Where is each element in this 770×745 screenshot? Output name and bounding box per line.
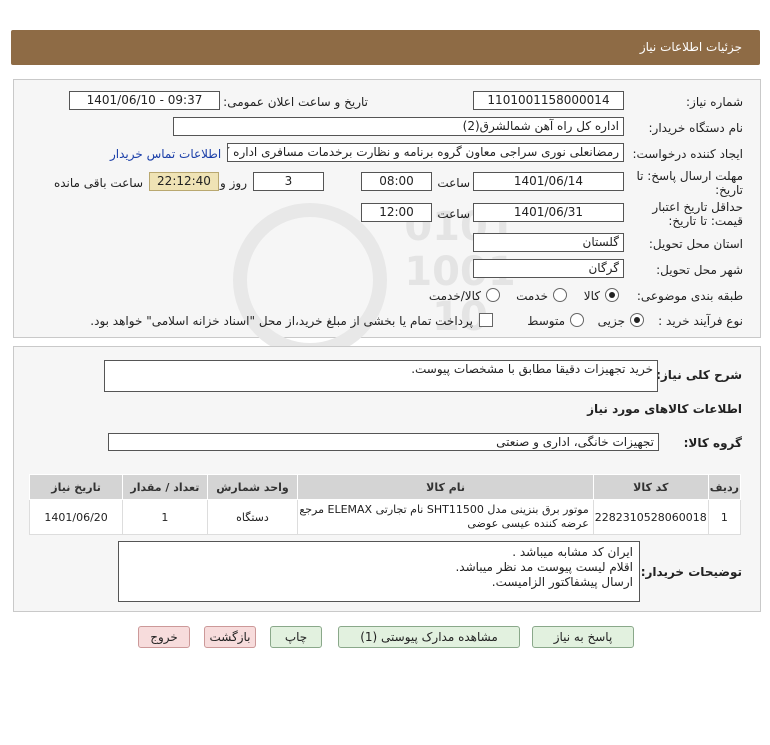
announce-field: 1401/06/10 - 09:37 [69,91,220,110]
category-radio-service[interactable] [553,288,567,302]
col-date: تاریخ نیاز [28,474,124,500]
validity-time-field: 12:00 [361,203,432,222]
goods-table: ردیف کد کالا نام کالا واحد شمارش تعداد /… [28,474,742,535]
buyer-contact-link[interactable]: اطلاعات تماس خریدار [110,147,221,161]
cell-code: 2282310528060018 [592,499,709,535]
deadline-time-field: 08:00 [361,172,432,191]
validity-time-label: ساعت [437,207,470,221]
deadline-date-field: 1401/06/14 [473,172,624,191]
category-radio-goods[interactable] [605,288,619,302]
buyer-note-line: ارسال پیشفاکتور الزامیست. [491,575,633,589]
category-option-goods-service: کالا/خدمت [428,289,481,303]
cell-qty: 1 [122,499,208,535]
treasury-checkbox[interactable] [479,313,493,327]
category-option-service: خدمت [516,289,548,303]
city-label: شهر محل تحویل: [656,263,743,277]
goods-group-label: گروه کالا: [683,436,742,450]
summary-field: خرید تجهیزات دقیقا مطابق با مشخصات پیوست… [104,360,658,392]
category-label: طبقه بندی موضوعی: [636,289,743,303]
validity-label-line2: قیمت: تا تاریخ: [668,214,743,228]
goods-section-title: اطلاعات کالاهای مورد نیاز [587,402,742,416]
goods-group-field: تجهیزات خانگی، اداری و صنعتی [108,433,659,451]
buyer-note-line: ایران کد مشابه میباشد . [512,545,633,559]
process-radio-medium[interactable] [570,313,584,327]
process-option-medium: متوسط [527,314,565,328]
days-label: روز و [220,176,247,190]
remaining-label: ساعت باقی مانده [53,176,143,190]
process-label: نوع فرآیند خرید : [658,314,743,328]
validity-label-line1: حداقل تاریخ اعتبار [652,200,743,214]
deadline-label-line2: تاریخ: [715,183,743,197]
table-row: 1 2282310528060018 موتور برق بنزینی مدل … [28,499,742,535]
need-number-label: شماره نیاز: [686,95,743,109]
province-field: گلستان [473,233,624,252]
process-radio-minor[interactable] [630,313,644,327]
announce-label: تاریخ و ساعت اعلان عمومی: [223,95,368,109]
reply-button[interactable]: پاسخ به نیاز [532,626,634,648]
cell-name: موتور برق بنزینی مدل SHT11500 نام تجارتی… [297,499,594,535]
buyer-notes-box: ایران کد مشابه میباشد . اقلام لیست پیوست… [118,541,640,602]
process-option-minor: جزیی [597,314,625,328]
buyer-note-line: اقلام لیست پیوست مد نظر میباشد. [455,560,633,574]
deadline-label-line1: مهلت ارسال پاسخ: تا [636,169,743,183]
page-header: جزئیات اطلاعات نیاز [11,30,760,65]
city-field: گرگان [473,259,624,278]
category-radio-goods-service[interactable] [486,288,500,302]
buyer-notes-label: توضیحات خریدار: [640,565,742,579]
treasury-note: پرداخت تمام یا بخشی از مبلغ خرید،از محل … [90,314,473,328]
col-code: کد کالا [592,474,709,500]
cell-index: 1 [707,499,742,535]
province-label: استان محل تحویل: [648,237,743,251]
remaining-time-field: 22:12:40 [149,172,219,191]
buyer-org-label: نام دستگاه خریدار: [648,121,744,135]
creator-label: ایجاد کننده درخواست: [632,147,743,161]
col-index: ردیف [707,474,742,500]
validity-date-field: 1401/06/31 [473,203,624,222]
days-field: 3 [253,172,324,191]
exit-button[interactable]: خروج [138,626,190,648]
creator-field: رمضانعلی نوری سراجی معاون گروه برنامه و … [227,143,624,162]
print-button[interactable]: چاپ [270,626,322,648]
category-option-goods: کالا [583,289,600,303]
cell-unit: دستگاه [206,499,299,535]
deadline-time-label: ساعت [437,176,470,190]
buyer-org-field: اداره کل راه آهن شمالشرق(2) [173,117,624,136]
col-name: نام کالا [297,474,594,500]
cell-name-line2: عرضه کننده عیسی عوضی [467,517,589,530]
back-button[interactable]: بازگشت [204,626,256,648]
goods-table-header: ردیف کد کالا نام کالا واحد شمارش تعداد /… [28,474,742,500]
attachments-button[interactable]: مشاهده مدارک پیوستی (1) [338,626,520,648]
summary-label: شرح کلی نیاز: [656,368,742,382]
col-unit: واحد شمارش [206,474,299,500]
need-number-field: 1101001158000014 [473,91,624,110]
page-title: جزئیات اطلاعات نیاز [639,40,742,54]
cell-name-line1: موتور برق بنزینی مدل SHT11500 نام تجارتی… [299,503,589,516]
col-qty: تعداد / مقدار [122,474,208,500]
cell-date: 1401/06/20 [28,499,124,535]
